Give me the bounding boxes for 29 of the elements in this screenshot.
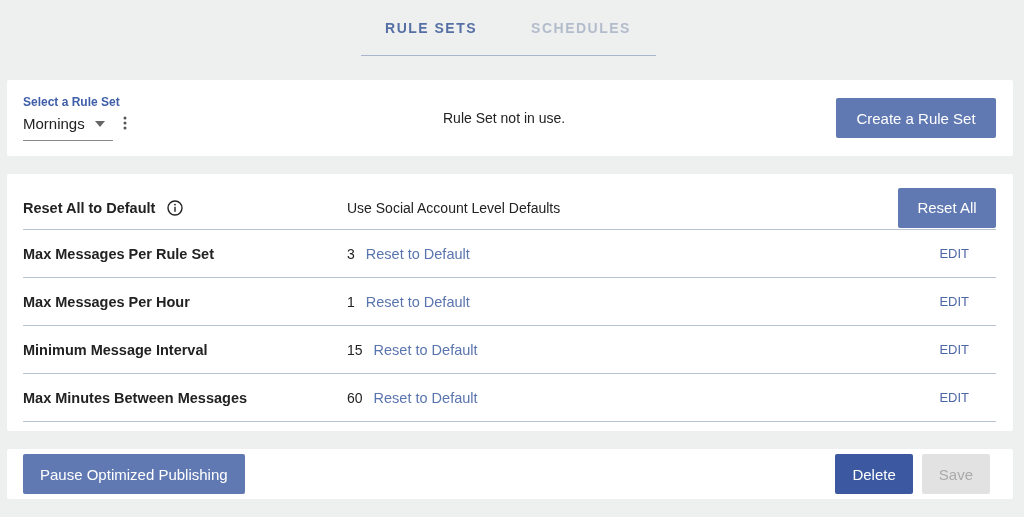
setting-value: 3 [347, 245, 355, 262]
description-text: Use Social Account Level Defaults [347, 199, 561, 216]
field-label: Select a Rule Set [23, 95, 121, 109]
setting-label: Max Minutes Between Messages [23, 389, 248, 406]
setting-label: Max Messages Per Hour [23, 293, 190, 310]
edit-button[interactable]: EDIT [933, 389, 975, 406]
reset-link[interactable]: Reset to Default [365, 245, 470, 262]
setting-value: 1 [347, 293, 355, 310]
edit-button[interactable]: EDIT [933, 293, 975, 310]
setting-label: Minimum Message Interval [23, 341, 208, 358]
edit-button[interactable]: EDIT [933, 245, 975, 262]
reset-link[interactable]: Reset to Default [373, 389, 478, 406]
status-text: Rule Set not in use. [442, 110, 567, 126]
rule-set-dropdown[interactable]: Mornings [23, 115, 113, 141]
setting-value: 60 [347, 389, 363, 406]
footer-button[interactable]: Delete [835, 454, 913, 494]
pause-button[interactable]: Pause Optimized Publishing [23, 454, 245, 494]
reset-all-button[interactable]: Reset All [898, 187, 996, 228]
info-icon[interactable] [167, 199, 184, 216]
setting-label: Max Messages Per Rule Set [23, 245, 214, 262]
tab[interactable]: RULE SETS [358, 19, 505, 36]
caret-icon [94, 120, 105, 127]
edit-button[interactable]: EDIT [933, 341, 975, 358]
create-rule-set-button[interactable]: Create a Rule Set [836, 98, 996, 138]
setting-value: 15 [347, 341, 363, 358]
setting-label: Reset All to Default [23, 199, 156, 216]
reset-link[interactable]: Reset to Default [365, 293, 470, 310]
reset-link[interactable]: Reset to Default [373, 341, 478, 358]
more-icon[interactable] [123, 116, 127, 130]
